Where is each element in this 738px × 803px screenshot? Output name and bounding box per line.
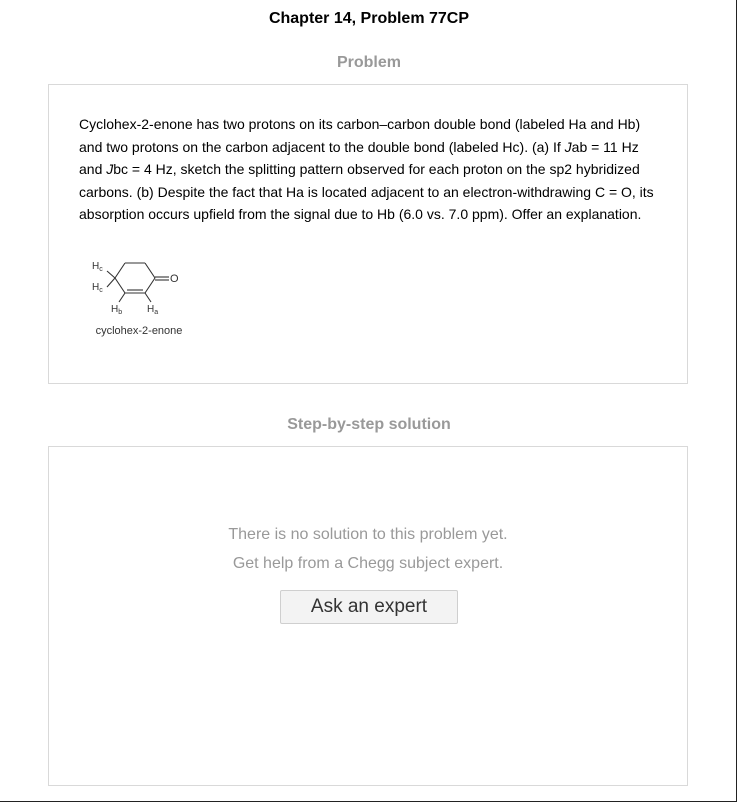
coupling-symbol-j: J [564, 138, 572, 155]
solution-section-title: Step-by-step solution [287, 416, 451, 433]
no-solution-message: There is no solution to this problem yet… [228, 526, 508, 543]
problem-text-part3: bc = 4 Hz, sketch the splitting pattern … [79, 161, 654, 222]
svg-text:Hb: Hb [111, 304, 122, 316]
cyclohexenone-structure-svg: Hc Hc O Hb Ha [92, 261, 179, 316]
svg-text:Hc: Hc [92, 261, 103, 273]
svg-text:Hc: Hc [92, 282, 103, 294]
problem-card: Cyclohex-2-enone has two protons on its … [48, 84, 688, 384]
svg-text:Ha: Ha [147, 304, 158, 316]
svg-text:O: O [170, 273, 179, 285]
problem-text-part1: Cyclohex-2-enone has two protons on its … [79, 116, 641, 155]
problem-text: Cyclohex-2-enone has two protons on its … [79, 113, 659, 226]
ask-an-expert-button[interactable]: Ask an expert [280, 590, 458, 624]
get-help-message: Get help from a Chegg subject expert. [232, 555, 504, 572]
problem-section-title: Problem [336, 54, 401, 71]
page-title: Chapter 14, Problem 77CP [268, 10, 470, 27]
structure-caption: cyclohex-2-enone [95, 325, 183, 337]
cyclohexenone-structure-figure: Hc Hc O Hb Ha cyclohex-2-enone [89, 257, 189, 347]
solution-card: There is no solution to this problem yet… [48, 446, 688, 786]
